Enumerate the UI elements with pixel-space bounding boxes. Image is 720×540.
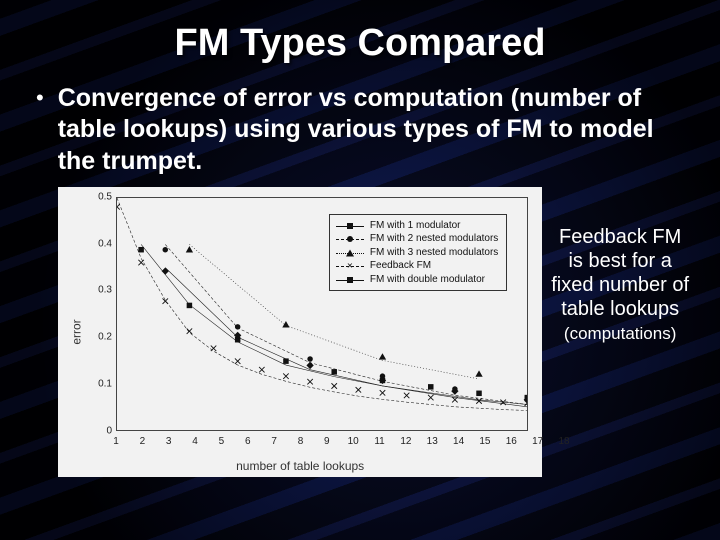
chart-ytick: 0.5: [92, 191, 112, 202]
bullet-text: Convergence of error vs computation (num…: [58, 83, 668, 177]
legend-item: ×Feedback FM: [336, 259, 498, 273]
chart-ytick: 0.4: [92, 238, 112, 249]
chart-legend: FM with 1 modulator FM with 2 nested mod…: [329, 214, 507, 292]
chart-xtick: 5: [219, 436, 225, 447]
chart-xlabel: number of table lookups: [58, 459, 542, 473]
chart-ylabel: error: [70, 319, 84, 344]
chart-xtick: 3: [166, 436, 172, 447]
chart-xtick: 9: [324, 436, 330, 447]
chart-xtick: 2: [140, 436, 146, 447]
chart-ytick: 0.2: [92, 332, 112, 343]
bullet-item: • Convergence of error vs computation (n…: [30, 83, 690, 177]
chart-xtick: 12: [400, 436, 411, 447]
chart-xtick: 7: [271, 436, 277, 447]
legend-item: FM with double modulator: [336, 273, 498, 287]
chart-xtick: 15: [479, 436, 490, 447]
legend-item: FM with 3 nested modulators: [336, 246, 498, 260]
chart-figure: error number of table lookups FM with 1 …: [58, 187, 542, 477]
legend-item: FM with 2 nested modulators: [336, 232, 498, 246]
chart-xtick: 1: [113, 436, 119, 447]
chart-ytick: 0.1: [92, 378, 112, 389]
chart-xtick: 18: [558, 436, 569, 447]
chart-xtick: 8: [298, 436, 304, 447]
slide: FM Types Compared • Convergence of error…: [0, 0, 720, 540]
bullet-dot-icon: •: [36, 83, 44, 113]
chart-xtick: 17: [532, 436, 543, 447]
chart-xtick: 10: [348, 436, 359, 447]
chart-ytick: 0: [92, 425, 112, 436]
caption-text: Feedback FM is best for a fixed number o…: [550, 225, 690, 345]
chart-xtick: 11: [374, 436, 384, 447]
chart-xtick: 6: [245, 436, 251, 447]
slide-title: FM Types Compared: [30, 22, 690, 65]
chart-xtick: 14: [453, 436, 464, 447]
chart-xtick: 16: [506, 436, 517, 447]
legend-item: FM with 1 modulator: [336, 219, 498, 233]
chart-xtick: 4: [192, 436, 198, 447]
chart-xtick: 13: [427, 436, 438, 447]
chart-ytick: 0.3: [92, 285, 112, 296]
